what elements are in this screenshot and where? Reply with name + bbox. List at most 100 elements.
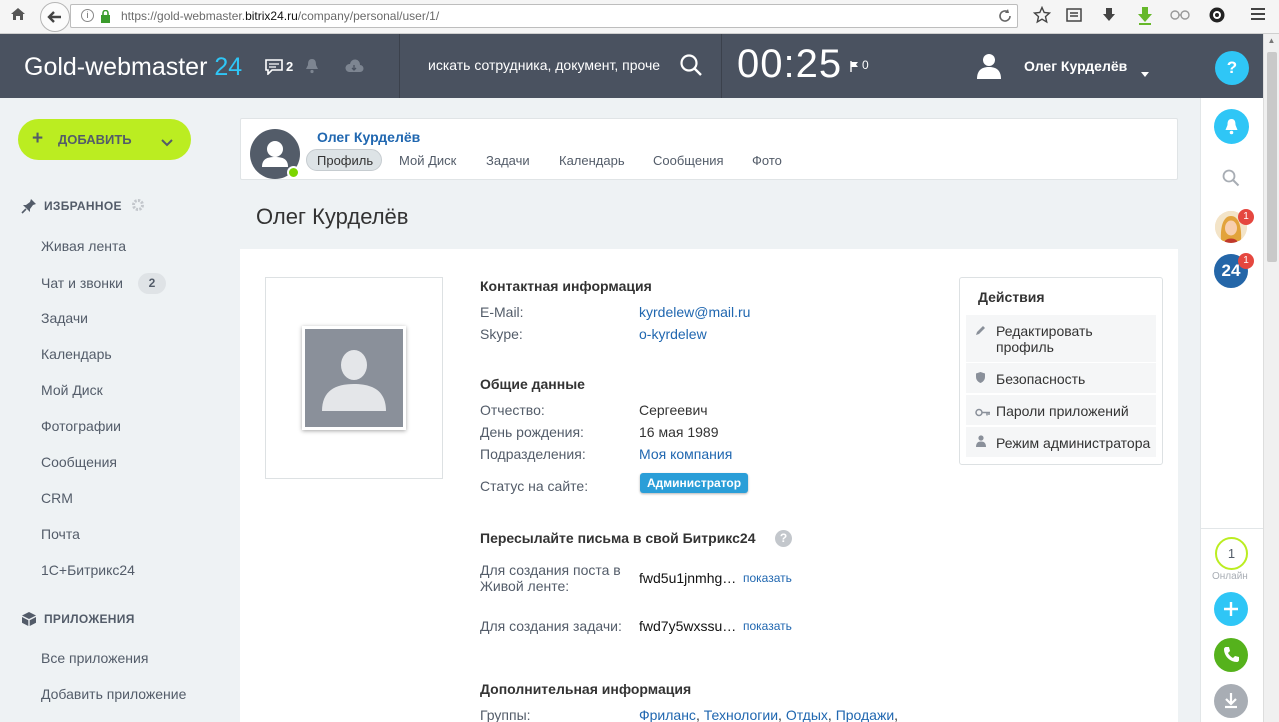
back-button[interactable] bbox=[40, 2, 70, 32]
user-name[interactable]: Олег Курделёв bbox=[1024, 58, 1127, 74]
help-icon[interactable]: ? bbox=[775, 530, 792, 547]
add-button[interactable]: + ДОБАВИТЬ bbox=[18, 119, 191, 160]
app-passwords-label[interactable]: Пароли приложений bbox=[996, 403, 1129, 419]
page-title: Олег Курделёв bbox=[256, 204, 409, 229]
sidebar-item-photos[interactable]: Фотографии bbox=[41, 418, 121, 434]
addon-icon[interactable] bbox=[1207, 6, 1227, 26]
help-button[interactable]: ? bbox=[1215, 51, 1249, 85]
unread-badge: 1 bbox=[1238, 253, 1254, 269]
chat-icon[interactable] bbox=[265, 59, 283, 78]
download-app-button[interactable] bbox=[1214, 684, 1248, 718]
group-link[interactable]: Технологии bbox=[704, 707, 778, 722]
home-icon[interactable] bbox=[8, 6, 28, 26]
gear-icon[interactable] bbox=[131, 198, 145, 215]
phone-button[interactable] bbox=[1214, 638, 1248, 672]
department-link[interactable]: Моя компания bbox=[639, 446, 732, 462]
chat-badge: 2 bbox=[138, 273, 166, 294]
chevron-down-icon bbox=[161, 134, 173, 150]
shield-icon bbox=[975, 371, 986, 387]
sidebar-item-1c-bitrix[interactable]: 1С+Битрикс24 bbox=[41, 562, 135, 578]
task-address-label: Для создания задачи: bbox=[480, 618, 622, 634]
menu-icon[interactable] bbox=[1248, 6, 1268, 26]
tab-my-drive[interactable]: Мой Диск bbox=[399, 153, 456, 168]
tab-profile[interactable]: Профиль bbox=[317, 153, 373, 168]
user-avatar-icon[interactable] bbox=[975, 52, 1003, 83]
online-status-dot bbox=[287, 166, 300, 179]
person-icon bbox=[976, 434, 986, 450]
admin-mode-label[interactable]: Режим администратора bbox=[996, 435, 1150, 451]
panel-divider bbox=[1201, 528, 1263, 529]
sidebar-item-calendar[interactable]: Календарь bbox=[41, 346, 112, 362]
download-icon[interactable] bbox=[1099, 6, 1119, 26]
sidebar-item-tasks[interactable]: Задачи bbox=[41, 310, 88, 326]
status-badge: Администратор bbox=[640, 473, 749, 493]
skype-link[interactable]: o-kyrdelew bbox=[639, 326, 707, 342]
key-icon bbox=[975, 404, 991, 420]
group-link[interactable]: Фриланс bbox=[639, 707, 696, 722]
flag-counter: 0 bbox=[862, 58, 869, 72]
panel-search-icon[interactable] bbox=[1222, 169, 1240, 190]
header-divider bbox=[721, 34, 722, 98]
extension-icon[interactable] bbox=[1170, 6, 1190, 26]
bell-icon[interactable] bbox=[305, 58, 319, 77]
profile-photo[interactable] bbox=[302, 326, 406, 430]
download-helper-icon[interactable] bbox=[1135, 6, 1155, 26]
online-label: Онлайн bbox=[1212, 571, 1248, 582]
url-text[interactable]: https://gold-webmaster.bitrix24.ru/compa… bbox=[121, 9, 439, 23]
general-section-title: Общие данные bbox=[480, 376, 585, 392]
actions-title: Действия bbox=[978, 289, 1045, 305]
groups-list: Фриланс, Технологии, Отдых, Продажи, bbox=[639, 707, 899, 722]
header-divider bbox=[399, 34, 400, 98]
edit-profile-label[interactable]: Редактировать профиль bbox=[996, 323, 1146, 355]
star-icon[interactable] bbox=[1032, 5, 1052, 26]
profile-name-link[interactable]: Олег Курделёв bbox=[317, 129, 420, 145]
tab-photos[interactable]: Фото bbox=[752, 153, 782, 168]
scroll-up-icon[interactable]: ▲ bbox=[1266, 36, 1277, 48]
search-input[interactable]: искать сотрудника, документ, проче bbox=[428, 57, 660, 73]
chat-counter[interactable]: 2 bbox=[286, 59, 293, 74]
status-label: Статус на сайте: bbox=[480, 478, 589, 494]
flag-icon[interactable] bbox=[850, 59, 859, 75]
page-scrollbar[interactable]: ▲ bbox=[1263, 34, 1279, 722]
tab-calendar[interactable]: Календарь bbox=[559, 153, 625, 168]
security-label[interactable]: Безопасность bbox=[996, 371, 1085, 387]
add-chat-button[interactable] bbox=[1214, 592, 1248, 626]
lock-icon bbox=[100, 9, 111, 26]
group-link[interactable]: Отдых bbox=[786, 707, 828, 722]
work-time-clock[interactable]: 00:25 bbox=[737, 42, 842, 87]
scrollbar-thumb[interactable] bbox=[1267, 52, 1277, 262]
notifications-button[interactable] bbox=[1214, 109, 1249, 144]
reload-icon[interactable] bbox=[997, 8, 1013, 27]
email-link[interactable]: kyrdelew@mail.ru bbox=[639, 304, 750, 320]
sidebar-item-mail[interactable]: Почта bbox=[41, 526, 80, 542]
logo[interactable]: Gold-webmaster 24 bbox=[24, 53, 242, 82]
post-address-label-line1: Для создания поста в bbox=[480, 562, 621, 578]
sidebar-item-chat[interactable]: Чат и звонки bbox=[41, 275, 123, 291]
sidebar-item-messages[interactable]: Сообщения bbox=[41, 454, 117, 470]
sidebar-item-all-apps[interactable]: Все приложения bbox=[41, 650, 148, 666]
department-label: Подразделения: bbox=[480, 446, 586, 462]
sidebar-item-my-drive[interactable]: Мой Диск bbox=[41, 382, 103, 398]
sidebar-item-crm[interactable]: CRM bbox=[41, 490, 73, 506]
reading-list-icon[interactable] bbox=[1064, 6, 1084, 26]
info-icon[interactable]: i bbox=[81, 9, 94, 22]
apps-title[interactable]: ПРИЛОЖЕНИЯ bbox=[44, 612, 135, 626]
address-bar[interactable]: i https://gold-webmaster.bitrix24.ru/com… bbox=[70, 4, 1018, 28]
tab-messages[interactable]: Сообщения bbox=[653, 153, 724, 168]
show-task-address-link[interactable]: показать bbox=[743, 619, 792, 633]
favorites-title[interactable]: ИЗБРАННОЕ bbox=[44, 199, 122, 213]
cloud-icon[interactable] bbox=[344, 59, 364, 76]
sidebar-item-add-app[interactable]: Добавить приложение bbox=[41, 686, 186, 702]
birthday-label: День рождения: bbox=[480, 424, 584, 440]
chevron-down-icon[interactable] bbox=[1141, 64, 1149, 80]
tab-tasks[interactable]: Задачи bbox=[486, 153, 530, 168]
online-counter[interactable]: 1 bbox=[1215, 537, 1248, 570]
search-icon[interactable] bbox=[679, 53, 703, 80]
sidebar-item-live-feed[interactable]: Живая лента bbox=[41, 238, 126, 254]
patronymic-label: Отчество: bbox=[480, 402, 545, 418]
group-link[interactable]: Продажи bbox=[836, 707, 894, 722]
patronymic-value: Сергеевич bbox=[639, 402, 708, 418]
post-address-label-line2: Живой ленте: bbox=[480, 578, 570, 594]
plus-icon: + bbox=[32, 128, 44, 149]
show-post-address-link[interactable]: показать bbox=[743, 571, 792, 585]
